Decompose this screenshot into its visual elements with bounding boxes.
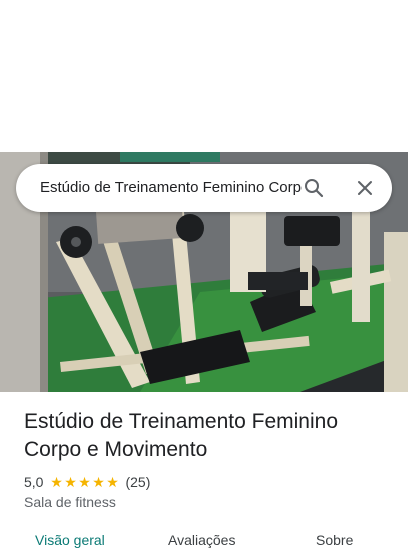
search-button[interactable] — [298, 172, 330, 204]
rating-row[interactable]: 5,0 ★ ★ ★ ★ ★ (25) — [24, 472, 150, 492]
search-input[interactable]: Estúdio de Treinamento Feminino Corpo e … — [40, 164, 302, 212]
close-button[interactable] — [349, 172, 381, 204]
place-title: Estúdio de Treinamento Feminino Corpo e … — [24, 410, 339, 461]
star-icon: ★ — [106, 474, 119, 490]
search-icon — [305, 179, 324, 198]
star-icon: ★ — [92, 474, 105, 490]
place-tabs: Visão geral Avaliações Sobre — [0, 526, 408, 556]
search-bar[interactable]: Estúdio de Treinamento Feminino Corpo e … — [16, 164, 392, 212]
tab-overview[interactable]: Visão geral — [35, 532, 105, 548]
star-icon: ★ — [50, 474, 63, 490]
rating-stars: ★ ★ ★ ★ ★ — [49, 475, 119, 489]
tab-reviews[interactable]: Avaliações — [168, 532, 235, 548]
tab-about[interactable]: Sobre — [316, 532, 353, 548]
blank-header-area — [0, 0, 408, 152]
close-icon — [358, 181, 372, 195]
star-icon: ★ — [64, 474, 77, 490]
place-category: Sala de fitness — [24, 494, 116, 510]
star-icon: ★ — [78, 474, 91, 490]
review-count[interactable]: (25) — [125, 474, 150, 490]
rating-value: 5,0 — [24, 474, 44, 490]
